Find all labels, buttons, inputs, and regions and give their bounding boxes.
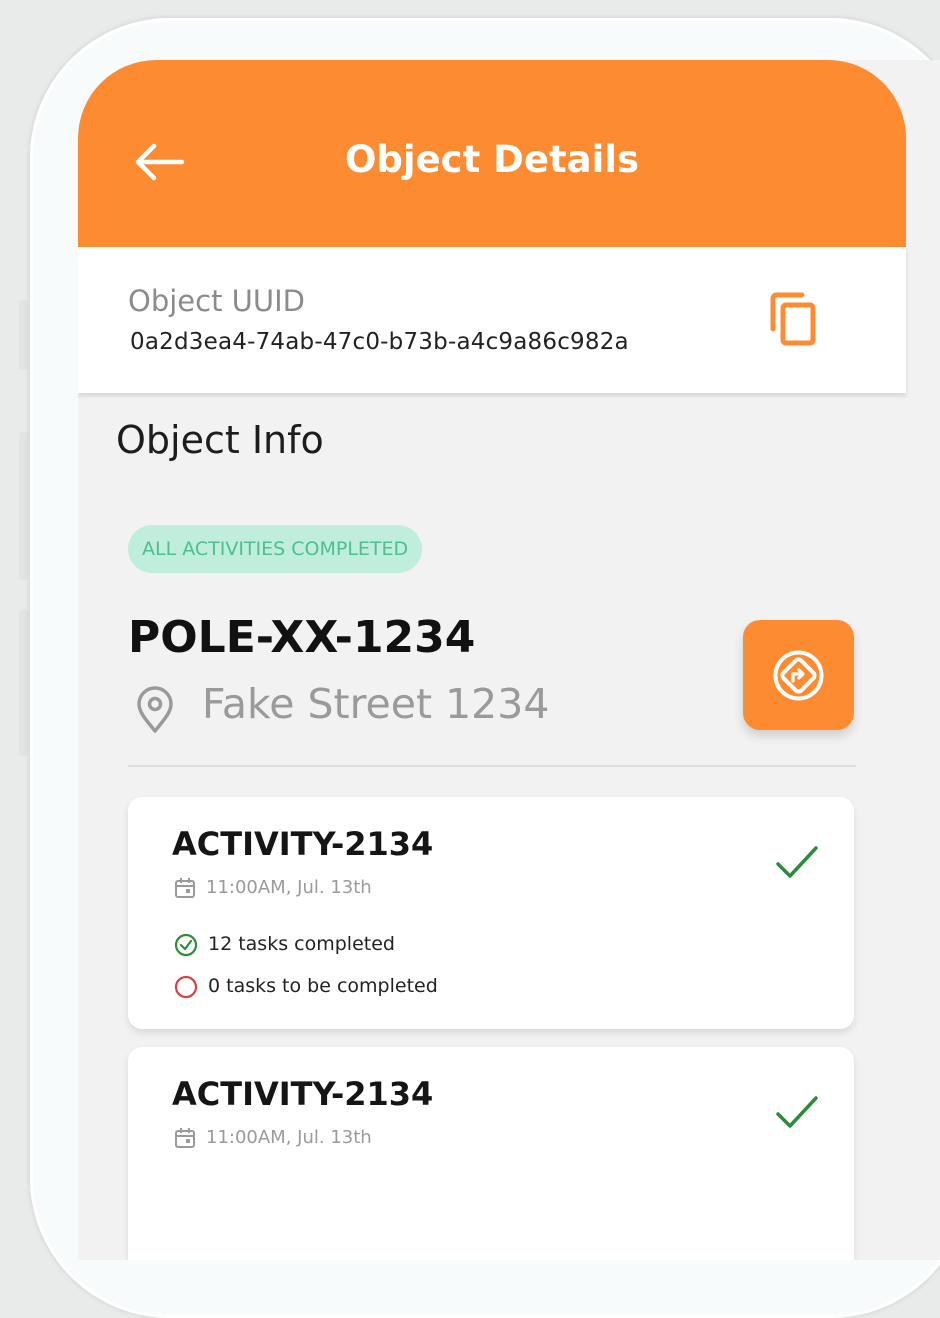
check-icon <box>776 846 818 878</box>
app-screen: Object Details Object UUID 0a2d3ea4-74ab… <box>78 60 940 1260</box>
activity-title: ACTIVITY-2134 <box>172 825 434 863</box>
page-title: Object Details <box>344 138 640 181</box>
object-address: Fake Street 1234 <box>202 680 550 728</box>
activity-card[interactable]: ACTIVITY-2134 11:00AM, Jul. 13th 12 task… <box>128 797 854 1029</box>
check-icon <box>776 1096 818 1128</box>
location-pin-icon <box>137 686 173 733</box>
object-name: POLE-XX-1234 <box>128 612 476 663</box>
tasks-completed-text: 12 tasks completed <box>208 933 395 955</box>
phone-side-button-middle <box>19 432 29 580</box>
calendar-icon <box>175 878 195 898</box>
activity-card[interactable]: ACTIVITY-2134 11:00AM, Jul. 13th <box>128 1047 854 1260</box>
navigation-icon <box>773 650 824 701</box>
navigate-button[interactable] <box>743 620 854 730</box>
uuid-card: Object UUID 0a2d3ea4-74ab-47c0-b73b-a4c9… <box>78 247 906 393</box>
activity-date-text: 11:00AM, Jul. 13th <box>206 1127 372 1148</box>
activity-title: ACTIVITY-2134 <box>172 1075 434 1113</box>
tasks-pending-text: 0 tasks to be completed <box>208 975 438 997</box>
phone-side-button-top <box>19 300 29 370</box>
phone-side-button-bottom <box>19 610 29 756</box>
status-badge: ALL ACTIVITIES COMPLETED <box>128 525 423 573</box>
activity-date-text: 11:00AM, Jul. 13th <box>206 877 372 898</box>
copy-icon <box>770 292 816 346</box>
uuid-value: 0a2d3ea4-74ab-47c0-b73b-a4c9a86c982a <box>130 329 629 355</box>
copy-uuid-button[interactable] <box>766 289 824 351</box>
app-header: Object Details <box>78 60 906 247</box>
uuid-label: Object UUID <box>128 284 306 318</box>
empty-circle-icon <box>174 975 198 999</box>
section-title-object-info: Object Info <box>116 418 324 462</box>
calendar-icon <box>175 1128 195 1148</box>
divider <box>128 765 856 767</box>
check-circle-icon <box>174 933 198 957</box>
